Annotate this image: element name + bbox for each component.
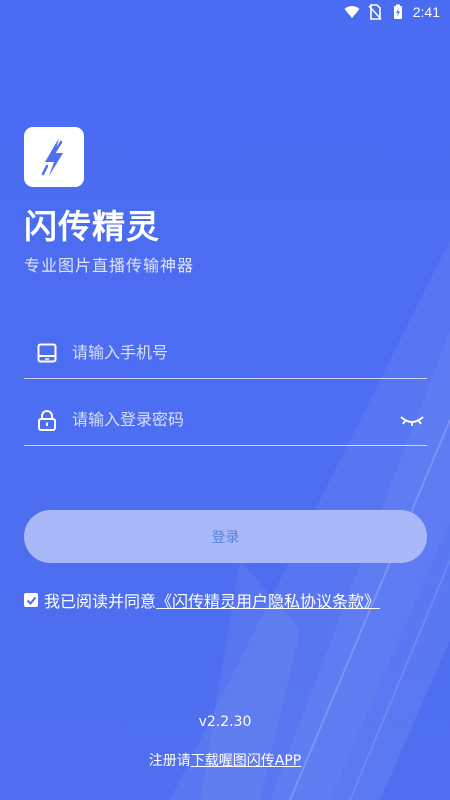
login-button[interactable]: 登录 <box>24 510 427 563</box>
wifi-icon <box>344 6 360 18</box>
checkmark-icon <box>26 596 36 605</box>
app-subtitle: 专业图片直播传输神器 <box>24 256 195 275</box>
status-time: 2:41 <box>412 4 440 20</box>
password-field-row <box>24 394 427 446</box>
register-hint: 注册请下载喔图闪传APP <box>0 750 450 770</box>
phone-icon <box>37 343 57 362</box>
lock-icon <box>38 409 56 431</box>
register-prefix: 注册请 <box>148 753 191 769</box>
battery-charging-icon <box>393 4 402 19</box>
no-sim-icon <box>368 4 382 20</box>
phone-field-row <box>24 327 427 379</box>
app-title: 闪传精灵 <box>24 207 160 246</box>
agreement-text: 我已阅读并同意 <box>44 592 157 611</box>
app-logo <box>24 127 84 187</box>
phone-input[interactable] <box>72 327 427 378</box>
download-app-link[interactable]: 下载喔图闪传APP <box>191 753 301 769</box>
version-label: v2.2.30 <box>198 714 252 730</box>
privacy-policy-link[interactable]: 《闪传精灵用户隐私协议条款》 <box>156 588 380 612</box>
agreement-checkbox[interactable] <box>24 593 38 607</box>
agreement-row: 我已阅读并同意 《闪传精灵用户隐私协议条款》 <box>24 588 380 612</box>
eye-closed-icon[interactable] <box>399 409 425 431</box>
status-bar: 2:41 <box>0 0 450 24</box>
lightning-bolt-icon <box>41 138 63 176</box>
password-input[interactable] <box>72 394 399 445</box>
